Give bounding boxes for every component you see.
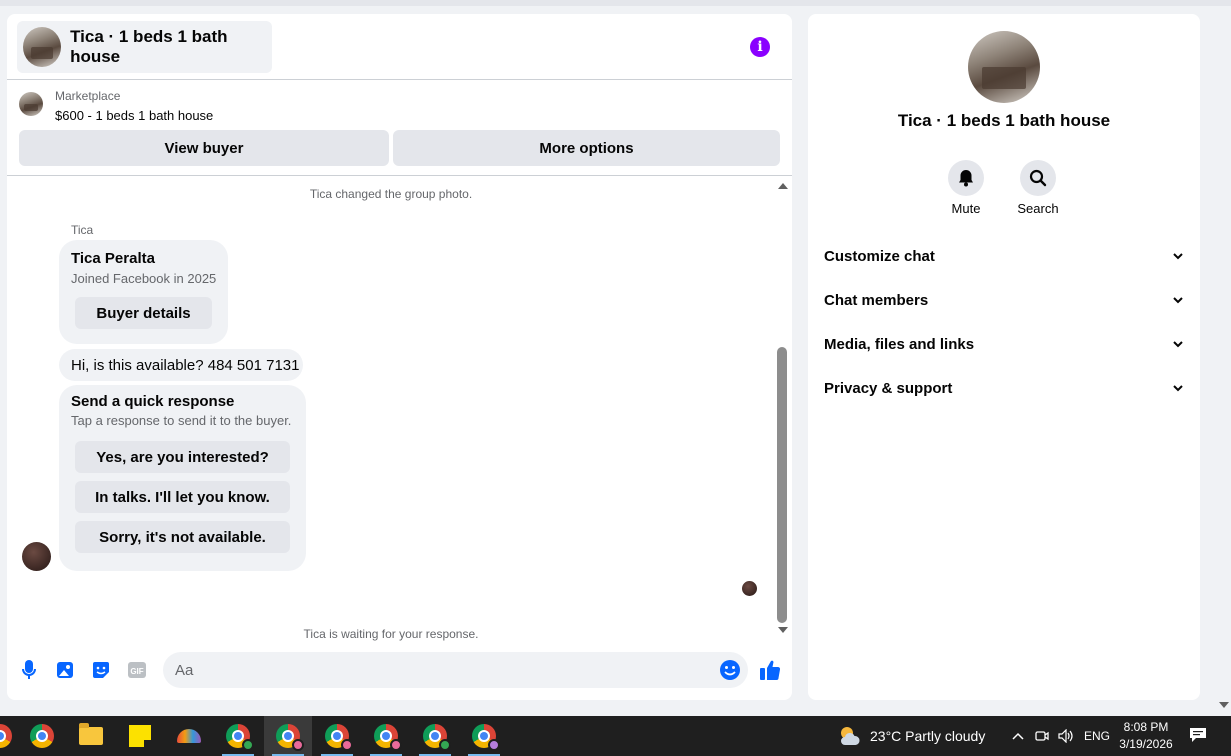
thumbs-up-icon[interactable] — [759, 659, 781, 681]
chrome-icon — [30, 724, 54, 748]
taskbar-sticky-notes[interactable] — [116, 716, 164, 756]
chrome-profile-icon — [226, 724, 254, 751]
chrome-profile-icon — [276, 724, 304, 751]
section-label: Chat members — [824, 291, 929, 309]
sticky-notes-icon — [129, 725, 151, 747]
message-scrollbar[interactable] — [775, 177, 792, 640]
taskbar-chrome-profile[interactable] — [362, 716, 410, 756]
section-label: Media, files and links — [824, 335, 975, 353]
camera-mic-icon[interactable] — [1034, 728, 1050, 744]
view-buyer-button[interactable]: View buyer — [19, 130, 389, 166]
scroll-up-arrow-icon[interactable] — [778, 183, 788, 189]
buyer-name: Tica Peralta — [71, 250, 155, 267]
section-privacy-support[interactable]: Privacy & support — [816, 368, 1192, 408]
section-media-files-links[interactable]: Media, files and links — [816, 324, 1192, 364]
search-label: Search — [1017, 201, 1059, 216]
scroll-down-arrow-icon[interactable] — [778, 627, 788, 633]
seen-indicator-avatar — [742, 581, 757, 596]
chat-info-panel: Tica · 1 beds 1 bath house Mute Search C… — [808, 14, 1200, 700]
weather-text[interactable]: 23°C Partly cloudy — [870, 716, 985, 756]
message-list[interactable]: Tica changed the group photo. Tica Tica … — [7, 177, 775, 641]
quick-response-subtitle: Tap a response to send it to the buyer. — [71, 413, 292, 428]
notifications-icon[interactable] — [1189, 727, 1207, 743]
page-scroll-down-icon[interactable] — [1219, 702, 1229, 708]
chat-panel: Tica · 1 beds 1 bath house i Marketplace… — [7, 14, 792, 700]
chevron-down-icon — [1172, 338, 1184, 350]
chat-info-title: Tica · 1 beds 1 bath house — [897, 111, 1111, 130]
clock-time: 8:08 PM — [1123, 720, 1169, 734]
more-options-button[interactable]: More options — [393, 130, 780, 166]
system-message-waiting: Tica is waiting for your response. — [303, 627, 479, 641]
chrome-profile-icon — [472, 724, 500, 751]
mute-label: Mute — [951, 201, 981, 216]
taskbar-app-umbrella[interactable] — [165, 716, 213, 756]
section-label: Customize chat — [824, 247, 935, 265]
sender-name: Tica — [71, 223, 94, 237]
info-icon[interactable]: i — [750, 37, 770, 57]
listing-source: Marketplace — [55, 89, 121, 103]
message-composer: GIF — [7, 650, 792, 690]
chrome-profile-icon — [423, 724, 451, 751]
quick-response-card: Send a quick response Tap a response to … — [59, 385, 306, 571]
listing-price-title[interactable]: $600 - 1 beds 1 bath house — [55, 108, 213, 123]
sender-avatar[interactable] — [22, 542, 51, 571]
quick-response-option[interactable]: In talks. I'll let you know. — [75, 481, 290, 513]
system-clock[interactable]: 8:08 PM 3/19/2026 — [1114, 719, 1178, 753]
section-chat-members[interactable]: Chat members — [816, 280, 1192, 320]
search-icon — [1029, 169, 1047, 187]
chevron-down-icon — [1172, 294, 1184, 306]
microphone-icon[interactable] — [19, 660, 39, 680]
clock-date: 3/19/2026 — [1119, 737, 1173, 751]
taskbar-chrome-profile-active[interactable] — [264, 716, 312, 756]
search-button[interactable] — [1020, 160, 1056, 196]
bell-icon — [959, 170, 973, 187]
chat-header: Tica · 1 beds 1 bath house i — [7, 14, 792, 80]
umbrella-app-icon — [177, 729, 201, 743]
chat-title-button[interactable]: Tica · 1 beds 1 bath house — [17, 21, 272, 73]
buyer-details-button[interactable]: Buyer details — [75, 297, 212, 329]
mute-button[interactable] — [948, 160, 984, 196]
taskbar-chrome[interactable] — [18, 716, 66, 756]
system-message-photo-changed: Tica changed the group photo. — [309, 187, 473, 201]
quick-response-option[interactable]: Sorry, it's not available. — [75, 521, 290, 553]
message-input-container — [163, 652, 748, 688]
quick-response-title: Send a quick response — [71, 393, 235, 410]
chat-title: Tica · 1 beds 1 bath house — [70, 27, 228, 66]
buyer-profile-card: Tica Peralta Joined Facebook in 2025 Buy… — [59, 240, 228, 344]
chevron-down-icon — [1172, 382, 1184, 394]
listing-banner: Marketplace $600 - 1 beds 1 bath house V… — [7, 81, 792, 176]
chrome-profile-icon — [325, 724, 353, 751]
message-input[interactable] — [175, 652, 705, 688]
taskbar-chrome-profile[interactable] — [411, 716, 459, 756]
quick-response-option[interactable]: Yes, are you interested? — [75, 441, 290, 473]
group-photo[interactable] — [968, 31, 1040, 103]
partly-cloudy-icon[interactable] — [838, 724, 862, 748]
sticker-icon[interactable] — [91, 660, 111, 680]
listing-thumbnail[interactable] — [19, 92, 43, 116]
message-bubble[interactable]: Hi, is this available? 484 501 7131 — [59, 349, 303, 381]
speaker-icon[interactable] — [1058, 728, 1074, 744]
browser-top-strip — [0, 0, 1231, 6]
folder-icon — [79, 723, 103, 745]
windows-taskbar: 23°C Partly cloudy ENG 8:08 PM 3/19/2026 — [0, 716, 1231, 756]
taskbar-file-explorer[interactable] — [67, 716, 115, 756]
chevron-down-icon — [1172, 250, 1184, 262]
chrome-profile-icon — [374, 724, 402, 751]
gif-icon-label: GIF — [130, 667, 143, 676]
photo-icon[interactable] — [55, 660, 75, 680]
section-customize-chat[interactable]: Customize chat — [816, 236, 1192, 276]
emoji-icon[interactable] — [719, 659, 741, 681]
taskbar-chrome-profile[interactable] — [460, 716, 508, 756]
scroll-thumb[interactable] — [777, 347, 787, 623]
chevron-up-icon[interactable] — [1010, 728, 1026, 744]
buyer-joined: Joined Facebook in 2025 — [71, 271, 217, 286]
gif-icon[interactable]: GIF — [127, 660, 147, 680]
chrome-icon — [0, 724, 12, 748]
listing-avatar — [23, 27, 62, 67]
taskbar-chrome-profile[interactable] — [313, 716, 361, 756]
section-label: Privacy & support — [824, 379, 953, 397]
taskbar-chrome-profile[interactable] — [214, 716, 262, 756]
language-indicator[interactable]: ENG — [1084, 716, 1110, 756]
